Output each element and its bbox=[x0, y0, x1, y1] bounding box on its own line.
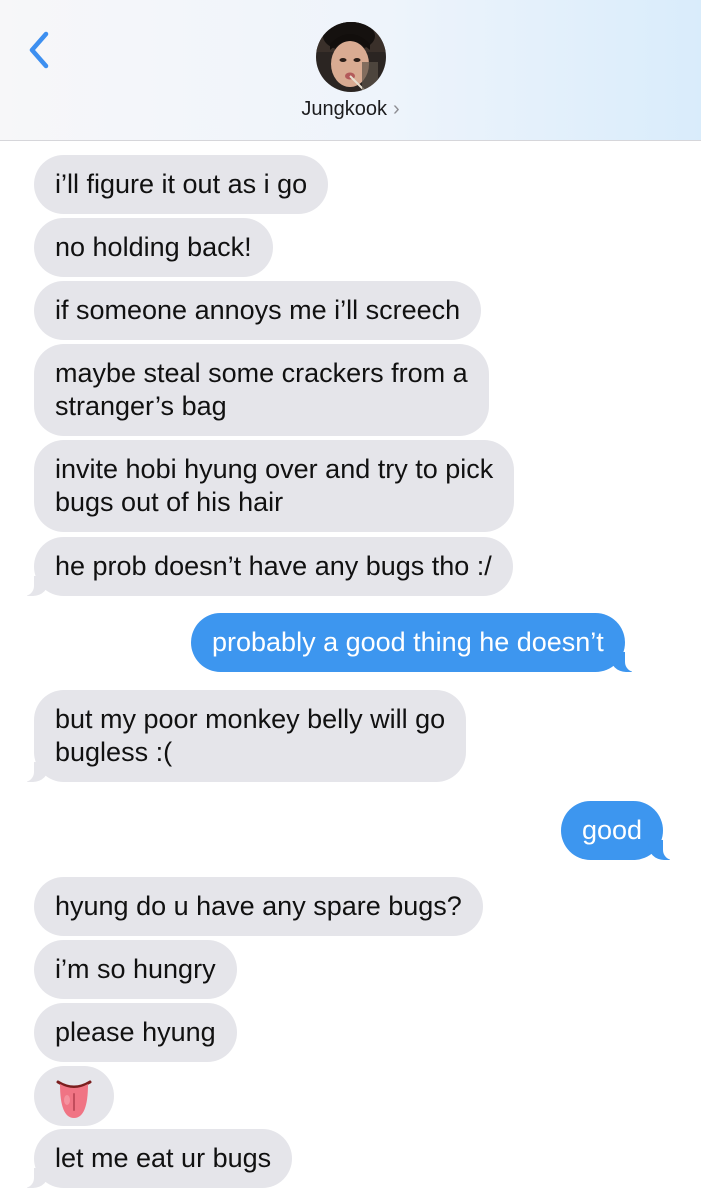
incoming-message[interactable]: maybe steal some crackers from a strange… bbox=[34, 344, 489, 436]
incoming-message[interactable]: he prob doesn’t have any bugs tho :/ bbox=[20, 537, 513, 596]
message-text-line: bugs out of his hair bbox=[55, 487, 284, 517]
contact-name: Jungkook bbox=[301, 98, 387, 120]
incoming-message[interactable]: but my poor monkey belly will go bugless… bbox=[19, 690, 467, 782]
message-text: probably a good thing he doesn’t bbox=[212, 627, 604, 657]
chevron-left-icon bbox=[29, 31, 49, 69]
incoming-message[interactable]: let me eat ur bugs bbox=[19, 1129, 293, 1188]
outgoing-message[interactable]: probably a good thing he doesn’t bbox=[191, 613, 639, 672]
message-text: he prob doesn’t have any bugs tho :/ bbox=[55, 551, 492, 581]
message-text: no holding back! bbox=[55, 232, 252, 262]
message-text: i’m so hungry bbox=[55, 954, 216, 984]
incoming-message[interactable]: hyung do u have any spare bugs? bbox=[34, 877, 483, 936]
message-text: if someone annoys me i’ll screech bbox=[55, 295, 461, 325]
message-text: good bbox=[582, 815, 643, 845]
tongue-emoji-icon bbox=[56, 1080, 92, 1118]
incoming-message[interactable]: if someone annoys me i’ll screech bbox=[34, 281, 482, 340]
message-text-line: maybe steal some crackers from a bbox=[55, 358, 468, 388]
outgoing-message[interactable]: good bbox=[561, 801, 678, 860]
chevron-right-icon: › bbox=[392, 98, 400, 120]
contact-avatar[interactable] bbox=[316, 22, 386, 92]
incoming-message[interactable]: please hyung bbox=[34, 1003, 237, 1062]
incoming-message[interactable]: invite hobi hyung over and try to pick b… bbox=[34, 440, 515, 532]
message-text: let me eat ur bugs bbox=[55, 1143, 272, 1173]
incoming-message[interactable]: no holding back! bbox=[34, 218, 273, 277]
message-text-line: bugless :( bbox=[55, 737, 173, 767]
contact-name-button[interactable]: Jungkook › bbox=[0, 98, 701, 121]
message-text-line: invite hobi hyung over and try to pick bbox=[55, 454, 494, 484]
message-text-line: stranger’s bag bbox=[55, 391, 227, 421]
conversation-header: Jungkook › bbox=[0, 0, 701, 141]
back-button[interactable] bbox=[22, 30, 58, 70]
incoming-emoji-message[interactable] bbox=[34, 1066, 114, 1126]
message-text: i’ll figure it out as i go bbox=[55, 169, 308, 199]
message-text: hyung do u have any spare bugs? bbox=[55, 891, 462, 921]
incoming-message[interactable]: i’m so hungry bbox=[34, 940, 237, 999]
message-text-line: but my poor monkey belly will go bbox=[55, 704, 446, 734]
message-text: please hyung bbox=[55, 1017, 216, 1047]
incoming-message[interactable]: i’ll figure it out as i go bbox=[34, 155, 329, 214]
